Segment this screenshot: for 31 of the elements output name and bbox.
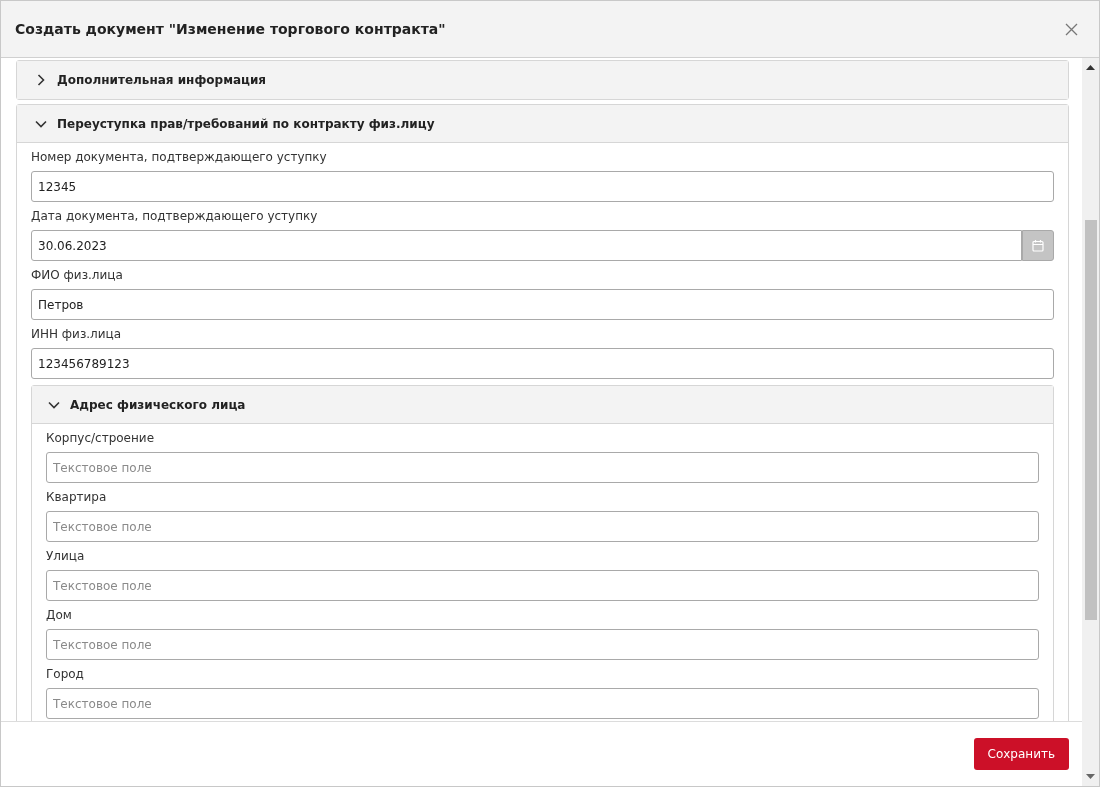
field-label: ИНН физ.лица	[31, 327, 123, 341]
scrollbar-thumb[interactable]	[1084, 220, 1097, 620]
field-label: Город	[46, 667, 85, 681]
field-label: Улица	[46, 549, 86, 563]
input-field[interactable]: Текстовое поле	[46, 511, 1039, 542]
input-field[interactable]: 123456789123	[31, 348, 1054, 379]
input-field[interactable]: 30.06.2023	[31, 230, 1022, 261]
accordion-header[interactable]: Адрес физического лица	[32, 386, 1053, 424]
input-field[interactable]: Петров	[31, 289, 1054, 320]
save-button[interactable]: Сохранить	[973, 738, 1069, 770]
input-field[interactable]: Текстовое поле	[46, 629, 1039, 660]
field-label: Номер документа, подтверждающего уступку	[31, 150, 328, 164]
field-label: ФИО физ.лица	[31, 268, 124, 282]
calendar-button[interactable]	[1022, 230, 1054, 261]
calendar-icon	[1032, 239, 1044, 252]
input-field[interactable]: Текстовое поле	[46, 452, 1039, 483]
close-button[interactable]	[1063, 21, 1079, 37]
scrollbar[interactable]	[1082, 58, 1099, 786]
dialog-title: Создать документ "Изменение торгового контракта"	[15, 19, 446, 39]
scroll-up-icon	[1086, 65, 1095, 70]
field-label: Дом	[46, 608, 73, 622]
input-field[interactable]: Текстовое поле	[46, 688, 1039, 719]
input-field[interactable]: Текстовое поле	[46, 570, 1039, 601]
field-label: Корпус/строение	[46, 431, 156, 445]
accordion-header[interactable]: Дополнительная информация	[17, 61, 1068, 99]
close-icon	[1064, 22, 1078, 36]
input-field[interactable]: 12345	[31, 171, 1054, 202]
field-label: Дата документа, подтверждающего уступку	[31, 209, 319, 223]
scroll-down-icon	[1086, 774, 1095, 779]
accordion-header[interactable]: Переуступка прав/требований по контракту физ.лицу	[17, 105, 1068, 143]
field-label: Квартира	[46, 490, 108, 504]
